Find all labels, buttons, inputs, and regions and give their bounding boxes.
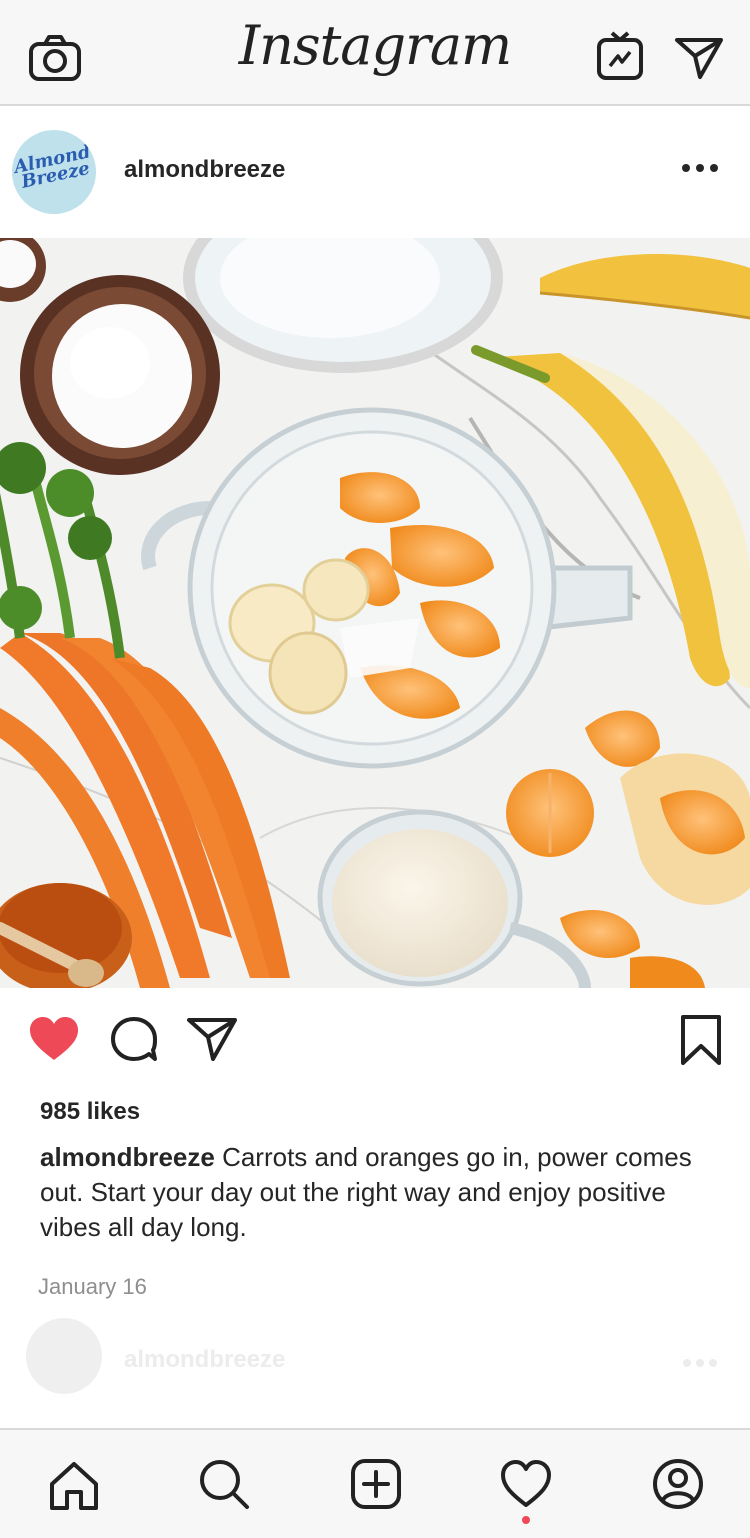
post-username[interactable]: almondbreeze bbox=[124, 156, 285, 184]
post-header: Almond Breeze almondbreeze bbox=[0, 108, 750, 238]
more-options-icon[interactable] bbox=[680, 162, 720, 174]
post-actions bbox=[0, 988, 750, 1088]
direct-message-icon[interactable] bbox=[674, 36, 724, 80]
heart-icon[interactable] bbox=[28, 1016, 80, 1062]
activity-heart-icon[interactable] bbox=[500, 1460, 552, 1508]
likes-count[interactable]: 985 likes bbox=[40, 1098, 140, 1126]
bookmark-icon[interactable] bbox=[680, 1014, 722, 1066]
add-post-icon[interactable] bbox=[350, 1458, 402, 1510]
avatar[interactable]: Almond Breeze bbox=[12, 130, 96, 214]
next-post-avatar[interactable] bbox=[26, 1318, 102, 1394]
activity-notification-dot bbox=[522, 1516, 530, 1524]
post-date: January 16 bbox=[38, 1274, 147, 1299]
top-bar: Instagram bbox=[0, 0, 750, 106]
avatar-brand-logo: Almond Breeze bbox=[12, 141, 93, 193]
igtv-icon[interactable] bbox=[596, 30, 644, 82]
home-icon[interactable] bbox=[48, 1460, 100, 1512]
bottom-navigation bbox=[0, 1428, 750, 1538]
profile-icon[interactable] bbox=[652, 1458, 704, 1510]
next-post-more-icon[interactable] bbox=[682, 1358, 718, 1368]
share-icon[interactable] bbox=[186, 1016, 238, 1062]
comment-icon[interactable] bbox=[110, 1016, 158, 1062]
search-icon[interactable] bbox=[198, 1458, 250, 1510]
next-post-username[interactable]: almondbreeze bbox=[124, 1346, 285, 1374]
post-caption: almondbreeze Carrots and oranges go in, … bbox=[40, 1140, 700, 1245]
caption-username[interactable]: almondbreeze bbox=[40, 1142, 215, 1172]
post-photo[interactable] bbox=[0, 238, 750, 988]
